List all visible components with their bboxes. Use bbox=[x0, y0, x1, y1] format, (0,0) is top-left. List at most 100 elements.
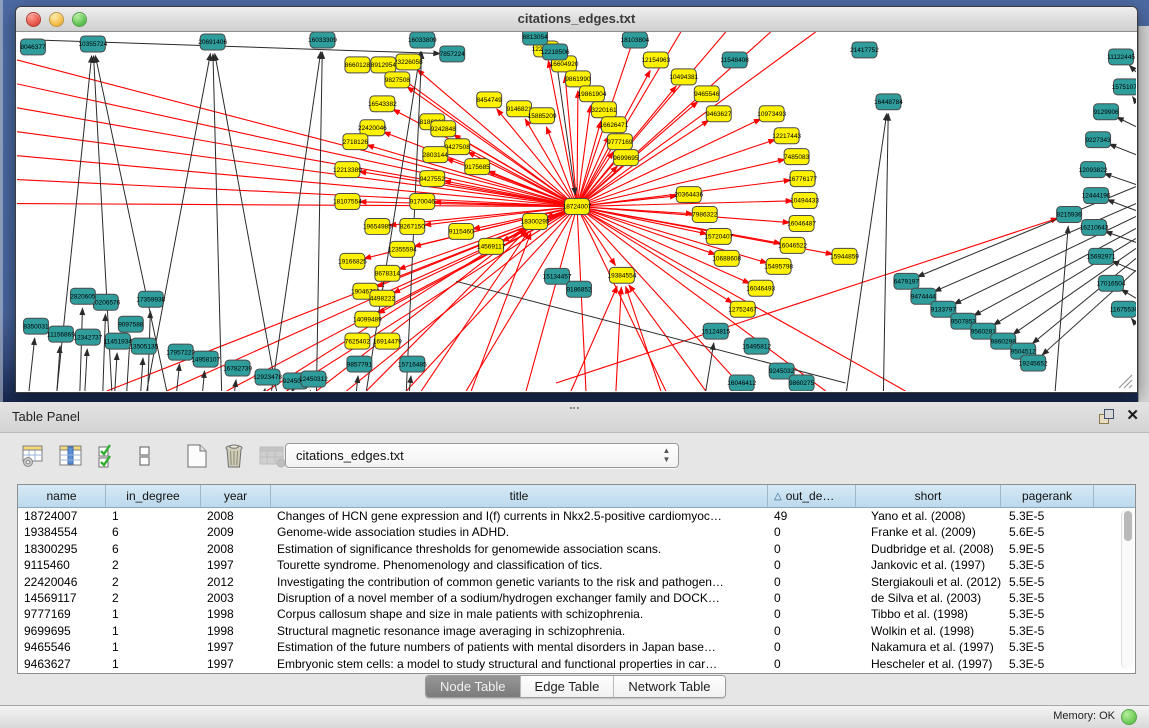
graph-node[interactable]: 12093822 bbox=[1079, 162, 1108, 178]
graph-node[interactable]: 10494381 bbox=[669, 69, 698, 85]
graph-node[interactable]: 12355594 bbox=[388, 241, 417, 257]
graph-node[interactable]: 12213389 bbox=[333, 162, 362, 178]
graph-node[interactable]: 9827508 bbox=[385, 72, 411, 88]
graph-node[interactable]: 9463627 bbox=[706, 106, 732, 122]
table-mode-button[interactable] bbox=[20, 442, 48, 470]
graph-node[interactable]: 12154963 bbox=[641, 52, 670, 68]
graph-node[interactable]: 12923478 bbox=[253, 369, 282, 385]
tab-network-table[interactable]: Network Table bbox=[614, 676, 724, 697]
graph-node[interactable]: 4498222 bbox=[370, 290, 396, 306]
resize-grip-icon[interactable] bbox=[1119, 375, 1132, 388]
graph-node[interactable]: 8912954 bbox=[371, 57, 397, 73]
graph-node[interactable]: 16914479 bbox=[373, 333, 402, 349]
graph-node[interactable]: 12444196 bbox=[1082, 188, 1111, 204]
graph-node[interactable]: 16046412 bbox=[727, 375, 756, 391]
graph-node[interactable]: 18300295 bbox=[521, 213, 550, 229]
graph-node[interactable]: 8678314 bbox=[375, 265, 401, 281]
graph-node[interactable]: 15716485 bbox=[398, 356, 427, 372]
graph-node[interactable]: 10355724 bbox=[78, 36, 107, 52]
network-view-window[interactable]: citations_edges.txt 18724007183002951938… bbox=[15, 6, 1138, 393]
graph-node[interactable]: 16543382 bbox=[368, 96, 397, 112]
graph-node[interactable]: 20691406 bbox=[198, 34, 227, 50]
graph-node[interactable]: 16046487 bbox=[787, 215, 816, 231]
new-column-button[interactable] bbox=[183, 442, 211, 470]
graph-node[interactable]: 12752467 bbox=[728, 301, 757, 317]
graph-node[interactable]: 16448784 bbox=[874, 94, 903, 110]
graph-node[interactable]: 7625402 bbox=[345, 333, 371, 349]
network-canvas[interactable]: 18724007 18300295 19384554 232260588912954 8… bbox=[17, 32, 1136, 391]
splitter-handle[interactable] bbox=[570, 402, 579, 409]
graph-node[interactable]: 6479197 bbox=[894, 273, 920, 289]
citation-network-graph[interactable]: 18724007 18300295 19384554 232260588912954 8… bbox=[17, 32, 1136, 391]
graph-node[interactable]: 8046377 bbox=[20, 39, 46, 55]
graph-node[interactable]: 7485083 bbox=[784, 149, 810, 165]
memory-status-icon[interactable] bbox=[1121, 709, 1137, 725]
table-row[interactable]: 1872400712008Changes of HCN gene express… bbox=[18, 508, 1135, 524]
graph-node[interactable]: 18724007 bbox=[563, 199, 592, 215]
graph-node[interactable]: 19384554 bbox=[608, 267, 637, 283]
graph-node[interactable]: 11675530 bbox=[1110, 301, 1136, 317]
graph-node[interactable]: 23226058 bbox=[394, 54, 423, 70]
graph-node[interactable]: 9115460 bbox=[449, 223, 474, 239]
graph-node[interactable]: 15495798 bbox=[764, 258, 793, 274]
graph-node[interactable]: 20364436 bbox=[674, 187, 703, 203]
graph-node[interactable]: 8267150 bbox=[400, 218, 426, 234]
column-header-short[interactable]: short bbox=[856, 485, 1001, 507]
graph-node[interactable]: 21417752 bbox=[850, 42, 879, 58]
graph-node[interactable]: 17359938 bbox=[136, 291, 165, 307]
column-header-title[interactable]: title bbox=[271, 485, 768, 507]
table-row[interactable]: 2242004622012Investigating the contribut… bbox=[18, 574, 1135, 590]
tab-node-table[interactable]: Node Table bbox=[426, 676, 521, 697]
graph-node[interactable]: 8215936 bbox=[1057, 207, 1083, 223]
graph-node[interactable]: 16033809 bbox=[408, 32, 437, 48]
graph-node[interactable]: 16626471 bbox=[600, 117, 629, 133]
graph-node[interactable]: 11122445 bbox=[1107, 49, 1135, 65]
float-window-icon[interactable] bbox=[1098, 408, 1114, 424]
graph-node[interactable]: 19654985 bbox=[363, 218, 392, 234]
graph-node[interactable]: 9242848 bbox=[431, 121, 457, 137]
graph-node[interactable]: 9227343 bbox=[1085, 132, 1111, 148]
delete-table-button[interactable] bbox=[257, 442, 285, 470]
graph-node[interactable]: 2820605 bbox=[70, 288, 96, 304]
graph-node[interactable]: 13505135 bbox=[129, 338, 158, 354]
graph-node[interactable]: 15944859 bbox=[830, 248, 859, 264]
graph-node[interactable]: 11451934 bbox=[104, 333, 133, 349]
graph-node[interactable]: 19861904 bbox=[578, 86, 607, 102]
graph-node[interactable]: 12218506 bbox=[541, 44, 570, 60]
graph-node[interactable]: 2803144 bbox=[423, 147, 449, 163]
graph-node[interactable]: 10494433 bbox=[790, 193, 819, 209]
graph-node[interactable]: 16782739 bbox=[223, 360, 252, 376]
graph-node[interactable]: 9861990 bbox=[565, 71, 591, 87]
tab-edge-table[interactable]: Edge Table bbox=[521, 676, 615, 697]
graph-node[interactable]: 16046522 bbox=[778, 237, 807, 253]
graph-node[interactable]: 14958107 bbox=[191, 351, 220, 367]
graph-node[interactable]: 9465546 bbox=[694, 86, 720, 102]
graph-node[interactable]: 9427552 bbox=[420, 171, 446, 187]
graph-node[interactable]: 9186852 bbox=[566, 281, 592, 297]
graph-node[interactable]: 10973493 bbox=[757, 106, 786, 122]
table-selector-dropdown[interactable]: citations_edges.txt ▲▼ bbox=[285, 443, 679, 468]
column-header-year[interactable]: year bbox=[201, 485, 271, 507]
graph-node[interactable]: 3220161 bbox=[591, 102, 617, 118]
close-panel-icon[interactable]: ✕ bbox=[1126, 408, 1139, 424]
graph-node[interactable]: 9097588 bbox=[118, 316, 144, 332]
graph-node[interactable]: 16046493 bbox=[746, 280, 775, 296]
graph-node[interactable]: 14569117 bbox=[477, 238, 506, 254]
graph-node[interactable]: 12450312 bbox=[299, 371, 328, 387]
graph-node[interactable]: 17016504 bbox=[1097, 275, 1126, 291]
graph-node[interactable]: 15124815 bbox=[701, 323, 730, 339]
select-columns-button[interactable] bbox=[94, 442, 122, 470]
table-row[interactable]: 946554611997Estimation of the future num… bbox=[18, 639, 1135, 655]
table-row[interactable]: 1938455462009Genome-wide association stu… bbox=[18, 524, 1135, 540]
graph-node[interactable]: 11156869 bbox=[47, 326, 75, 342]
graph-node[interactable]: 15720407 bbox=[704, 228, 733, 244]
graph-node[interactable]: 15495812 bbox=[742, 338, 771, 354]
column-header-pagerank[interactable]: pagerank bbox=[1001, 485, 1094, 507]
table-row[interactable]: 969969511998Structural magnetic resonanc… bbox=[18, 623, 1135, 639]
graph-node[interactable]: 19245652 bbox=[1019, 355, 1048, 371]
graph-node[interactable]: 18107554 bbox=[333, 194, 362, 210]
graph-node[interactable]: 12342737 bbox=[73, 329, 102, 345]
table-row[interactable]: 1456911722003Disruption of a novel membe… bbox=[18, 590, 1135, 606]
graph-node[interactable]: 16033309 bbox=[308, 32, 337, 48]
graph-node[interactable]: 9860275 bbox=[789, 375, 815, 391]
